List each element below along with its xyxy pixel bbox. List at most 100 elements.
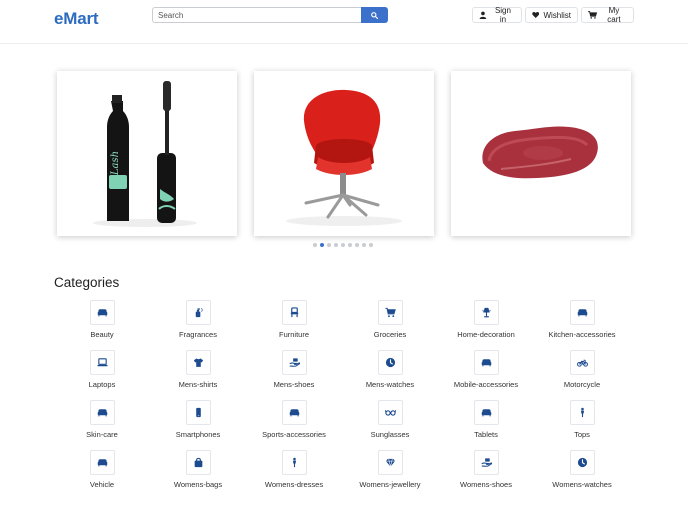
category-item-womens-jewellery[interactable]: Womens-jewellery (342, 450, 438, 496)
category-icon-box[interactable] (570, 350, 595, 375)
category-item-womens-bags[interactable]: Womens-bags (150, 450, 246, 496)
category-icon-box[interactable] (474, 300, 499, 325)
category-icon-box[interactable] (474, 350, 499, 375)
category-label: Womens-watches (552, 480, 612, 489)
couch-icon (97, 459, 108, 467)
category-icon-box[interactable] (282, 350, 307, 375)
category-item-furniture[interactable]: Furniture (246, 300, 342, 346)
category-label: Womens-shoes (460, 480, 512, 489)
category-item-womens-dresses[interactable]: Womens-dresses (246, 450, 342, 496)
category-label: Mobile-accessories (453, 380, 519, 389)
red-chair-product-image (254, 71, 434, 236)
category-label: Smartphones (175, 430, 221, 439)
carousel-dot[interactable] (341, 243, 345, 247)
category-item-laptops[interactable]: Laptops (54, 350, 150, 396)
sign-in-label: Sign in (494, 6, 511, 24)
category-icon-box[interactable] (474, 400, 499, 425)
wishlist-button[interactable]: Wishlist (525, 7, 578, 23)
categories-heading: Categories (54, 275, 120, 290)
category-icon-box[interactable] (282, 300, 307, 325)
search-input[interactable] (152, 7, 362, 23)
category-icon-box[interactable] (378, 300, 403, 325)
category-item-home-decoration[interactable]: Home-decoration (438, 300, 534, 346)
cart-label: My cart (607, 6, 621, 24)
category-item-motorcycle[interactable]: Motorcycle (534, 350, 630, 396)
category-label: Mens-watches (365, 380, 415, 389)
category-icon-box[interactable] (90, 300, 115, 325)
category-item-sports-accessories[interactable]: Sports-accessories (246, 400, 342, 446)
category-icon-box[interactable] (282, 450, 307, 475)
category-item-tablets[interactable]: Tablets (438, 400, 534, 446)
category-item-vehicle[interactable]: Vehicle (54, 450, 150, 496)
category-label: Tablets (474, 430, 498, 439)
motorcycle-icon (577, 359, 588, 367)
couch-icon (481, 359, 492, 367)
category-item-mobile-accessories[interactable]: Mobile-accessories (438, 350, 534, 396)
category-icon-box[interactable] (570, 450, 595, 475)
category-item-smartphones[interactable]: Smartphones (150, 400, 246, 446)
carousel-dot[interactable] (313, 243, 317, 247)
category-icon-box[interactable] (90, 450, 115, 475)
product-carousel[interactable]: Lash (0, 62, 688, 257)
search-button[interactable] (361, 7, 388, 23)
carousel-slide-2[interactable] (254, 71, 434, 236)
category-label: Tops (574, 430, 590, 439)
category-icon-box[interactable] (90, 350, 115, 375)
category-item-kitchen-accessories[interactable]: Kitchen-accessories (534, 300, 630, 346)
glasses-icon (385, 410, 396, 416)
carousel-dot[interactable] (334, 243, 338, 247)
gem-icon (385, 458, 396, 467)
category-item-beauty[interactable]: Beauty (54, 300, 150, 346)
carousel-slide-1[interactable]: Lash (57, 71, 237, 236)
category-item-mens-shoes[interactable]: Mens-shoes (246, 350, 342, 396)
category-icon-box[interactable] (570, 400, 595, 425)
category-label: Sports-accessories (262, 430, 326, 439)
category-label: Womens-bags (173, 480, 223, 489)
category-icon-box[interactable] (186, 300, 211, 325)
category-label: Fragrances (179, 330, 217, 339)
carousel-dot[interactable] (320, 243, 324, 247)
category-icon-box[interactable] (378, 400, 403, 425)
raw-steak-product-image (451, 71, 631, 236)
category-icon-box[interactable] (378, 450, 403, 475)
carousel-dot[interactable] (369, 243, 373, 247)
category-item-skin-care[interactable]: Skin-care (54, 400, 150, 446)
category-icon-box[interactable] (570, 300, 595, 325)
category-item-groceries[interactable]: Groceries (342, 300, 438, 346)
category-label: Motorcycle (563, 380, 601, 389)
category-item-mens-shirts[interactable]: Mens-shirts (150, 350, 246, 396)
carousel-dot[interactable] (355, 243, 359, 247)
category-item-womens-shoes[interactable]: Womens-shoes (438, 450, 534, 496)
category-icon-box[interactable] (186, 450, 211, 475)
logo[interactable]: eMart (54, 9, 99, 29)
carousel-dot[interactable] (327, 243, 331, 247)
cart-button[interactable]: My cart (581, 6, 634, 24)
user-icon (479, 11, 487, 19)
category-item-mens-watches[interactable]: Mens-watches (342, 350, 438, 396)
category-item-sunglasses[interactable]: Sunglasses (342, 400, 438, 446)
carousel-dot[interactable] (348, 243, 352, 247)
svg-text:Lash: Lash (110, 151, 121, 176)
couch-icon (481, 409, 492, 417)
category-icon-box[interactable] (474, 450, 499, 475)
couch-icon (577, 309, 588, 317)
cart-icon (385, 307, 396, 318)
carousel-slide-3[interactable] (451, 71, 631, 236)
category-item-womens-watches[interactable]: Womens-watches (534, 450, 630, 496)
category-icon-box[interactable] (186, 350, 211, 375)
carousel-indicators (313, 243, 373, 247)
bag-icon (194, 457, 203, 468)
spray-bottle-icon (195, 308, 204, 318)
sign-in-button[interactable]: Sign in (472, 6, 522, 24)
category-icon-box[interactable] (282, 400, 307, 425)
category-item-fragrances[interactable]: Fragrances (150, 300, 246, 346)
person-icon (292, 457, 297, 468)
carousel-dot[interactable] (362, 243, 366, 247)
category-label: Mens-shoes (273, 380, 315, 389)
clock-icon (577, 457, 588, 468)
category-icon-box[interactable] (378, 350, 403, 375)
category-icon-box[interactable] (186, 400, 211, 425)
category-item-tops[interactable]: Tops (534, 400, 630, 446)
category-label: Beauty (90, 330, 114, 339)
category-icon-box[interactable] (90, 400, 115, 425)
